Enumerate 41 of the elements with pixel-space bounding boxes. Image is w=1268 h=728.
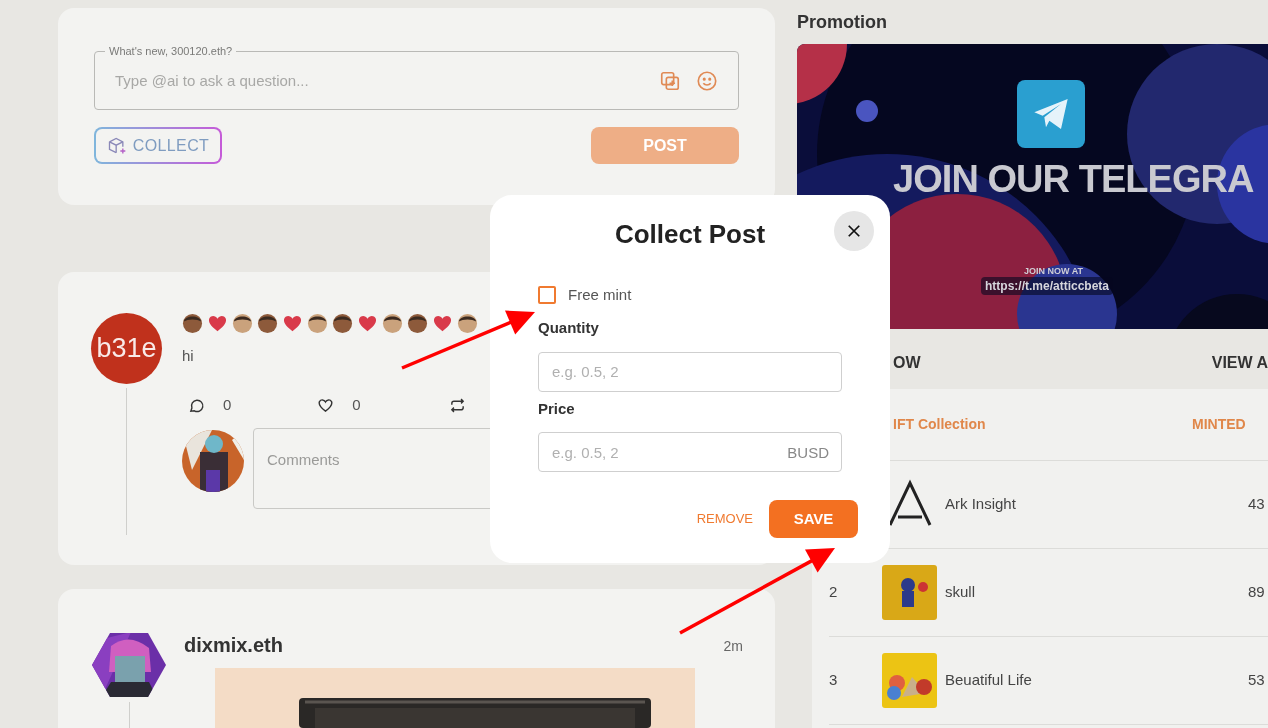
banner-subline: JOIN NOW AT (1024, 265, 1083, 278)
collection-name: Beuatiful Life (945, 670, 1033, 691)
collection-name: skull (945, 582, 976, 603)
comment-count: 0 (223, 395, 232, 416)
field-label: Price (538, 398, 576, 419)
paper-plane-icon (1017, 80, 1085, 148)
close-button[interactable] (834, 211, 874, 251)
input-field[interactable]: e.g. 0.5, 2 (538, 351, 842, 392)
column-header: MINTED (1192, 415, 1246, 434)
like-count: 0 (352, 395, 361, 416)
promotion-banner[interactable]: JOIN OUR TELEGRA JOIN NOW AT https://t.me/atticcbeta (797, 44, 1268, 329)
minted-count: 53 (1248, 670, 1265, 691)
repost-icon (448, 396, 466, 414)
dialog-title: Collect Post (614, 217, 766, 251)
collection-name: Ark Insight (945, 494, 1017, 515)
close-icon (847, 224, 861, 238)
checkbox[interactable] (538, 286, 556, 304)
banner-headline: JOIN OUR TELEGRA (893, 160, 1254, 198)
add-media-icon (659, 69, 681, 92)
table-row[interactable]: 3 Beuatiful Life 53 (829, 637, 1268, 725)
field-label: Quantity (538, 318, 600, 338)
emoji-icon (696, 69, 718, 92)
like-icon (317, 396, 335, 414)
post-input-field[interactable]: Type @ai to ask a question... (115, 68, 659, 93)
view-all-link[interactable]: VIEW A (1211, 351, 1268, 375)
currency-label: BUSD (787, 443, 829, 463)
rank-number: 3 (829, 670, 839, 691)
minted-count: 89 (1248, 582, 1265, 603)
checkbox-label: Free mint (568, 284, 632, 305)
section-title: Promotion (797, 11, 888, 34)
author-name: dixmix.eth (184, 633, 283, 658)
rank-number: 2 (829, 582, 839, 603)
field-legend: What's new, 300120.eth? (105, 44, 237, 58)
post-time: 2m (723, 636, 743, 656)
minted-count: 43 (1248, 494, 1265, 515)
box-plus-icon (106, 135, 127, 156)
avatar: b31e (91, 312, 162, 384)
post-text: hi (182, 345, 195, 366)
banner-link[interactable]: https://t.me/atticcbeta (981, 277, 1114, 295)
section-title: OW (893, 353, 921, 373)
column-header: IFT Collection (893, 415, 987, 434)
